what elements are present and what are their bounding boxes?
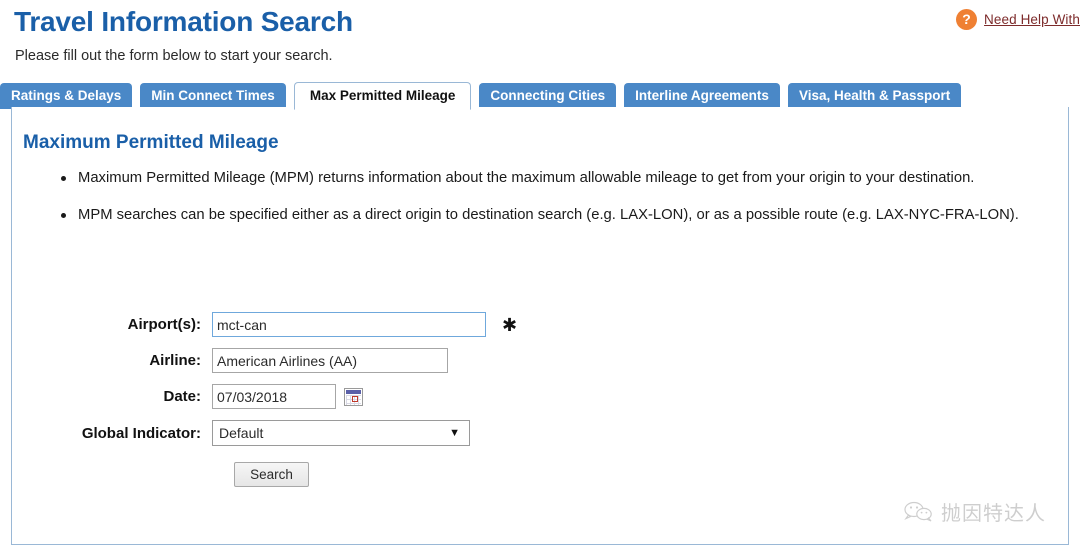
calendar-icon[interactable] xyxy=(344,387,363,406)
airline-field-wrap xyxy=(212,348,448,373)
calendar-header-bar xyxy=(346,389,361,394)
tab-visa-health-passport[interactable]: Visa, Health & Passport xyxy=(787,83,962,109)
calendar-selected-day xyxy=(352,395,358,402)
page-subtitle: Please fill out the form below to start … xyxy=(15,48,333,64)
airports-label: Airport(s): xyxy=(127,316,201,333)
global-indicator-value: Default xyxy=(219,425,264,441)
date-field-wrap xyxy=(212,384,363,409)
need-help-link[interactable]: Need Help With xyxy=(984,12,1080,27)
airports-field-wrap: ✱ xyxy=(212,312,517,337)
tab-ratings-delays[interactable]: Ratings & Delays xyxy=(0,83,133,109)
wechat-icon xyxy=(903,501,933,523)
global-indicator-label: Global Indicator: xyxy=(81,424,201,442)
global-indicator-field-wrap: Default ▼ xyxy=(212,420,470,446)
search-button[interactable]: Search xyxy=(234,462,309,487)
airports-row: Airport(s): ✱ xyxy=(12,312,1068,337)
content-panel: Maximum Permitted Mileage Maximum Permit… xyxy=(11,107,1069,545)
list-item: MPM searches can be specified either as … xyxy=(58,204,1048,227)
date-row: Date: xyxy=(12,384,1068,409)
tab-connecting-cities[interactable]: Connecting Cities xyxy=(479,83,617,109)
tab-bar: Ratings & Delays Min Connect Times Max P… xyxy=(0,79,1080,110)
tab-interline-agreements[interactable]: Interline Agreements xyxy=(624,83,780,109)
watermark: 抛因特达人 xyxy=(903,497,1046,526)
date-label: Date: xyxy=(163,388,201,405)
watermark-text: 抛因特达人 xyxy=(941,501,1046,525)
page-header: Travel Information Search Please fill ou… xyxy=(0,0,1080,78)
section-title: Maximum Permitted Mileage xyxy=(23,132,279,153)
list-item: Maximum Permitted Mileage (MPM) returns … xyxy=(58,167,1048,190)
airline-row: Airline: xyxy=(12,348,1068,373)
question-mark-icon[interactable]: ? xyxy=(956,9,978,30)
airports-input[interactable] xyxy=(212,312,486,337)
global-indicator-row: Global Indicator: Default ▼ xyxy=(12,420,1068,446)
chevron-down-icon: ▼ xyxy=(449,427,460,439)
required-asterisk-icon: ✱ xyxy=(502,314,518,335)
need-help-area[interactable]: ? Need Help With xyxy=(956,9,1080,30)
page-title: Travel Information Search xyxy=(14,6,353,37)
mpm-search-form: Airport(s): ✱ Airline: Date: xyxy=(12,312,1068,487)
info-bullet-list: Maximum Permitted Mileage (MPM) returns … xyxy=(58,167,1048,241)
date-input[interactable] xyxy=(212,384,336,409)
tab-max-permitted-mileage[interactable]: Max Permitted Mileage xyxy=(293,82,472,110)
search-button-row: Search xyxy=(12,462,1068,487)
tab-min-connect-times[interactable]: Min Connect Times xyxy=(140,83,286,109)
global-indicator-select[interactable]: Default ▼ xyxy=(212,420,470,446)
airline-label: Airline: xyxy=(149,352,201,369)
airline-input[interactable] xyxy=(212,348,448,373)
